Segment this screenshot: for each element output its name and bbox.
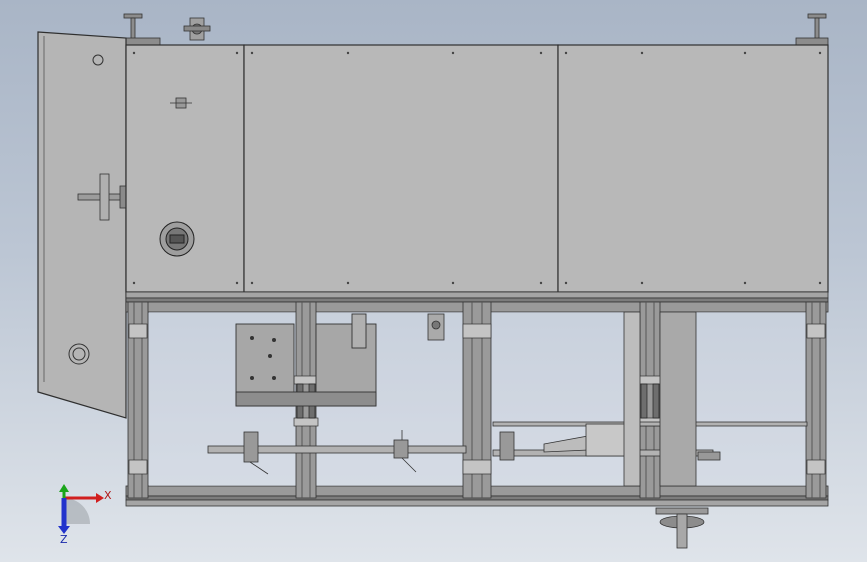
caster-wheel-bottom xyxy=(655,507,709,549)
leveling-foot-top-left xyxy=(123,13,161,46)
z-axis-label: Z xyxy=(60,533,68,546)
cad-viewport[interactable]: X Z xyxy=(0,0,867,562)
caster-wheel-top xyxy=(183,17,211,41)
x-axis-label: X xyxy=(104,489,112,502)
upper-panel-section-2 xyxy=(243,44,559,293)
upper-panel-section-3 xyxy=(557,44,829,293)
coordinate-triad: X Z xyxy=(58,484,112,546)
upper-panel-section-1 xyxy=(125,44,245,293)
cabinet-door xyxy=(37,31,127,419)
machine-drawing: X Z xyxy=(37,13,829,549)
sensor-bracket xyxy=(427,313,445,341)
rotary-switch[interactable] xyxy=(159,221,195,257)
leveling-foot-top-right xyxy=(795,13,829,46)
